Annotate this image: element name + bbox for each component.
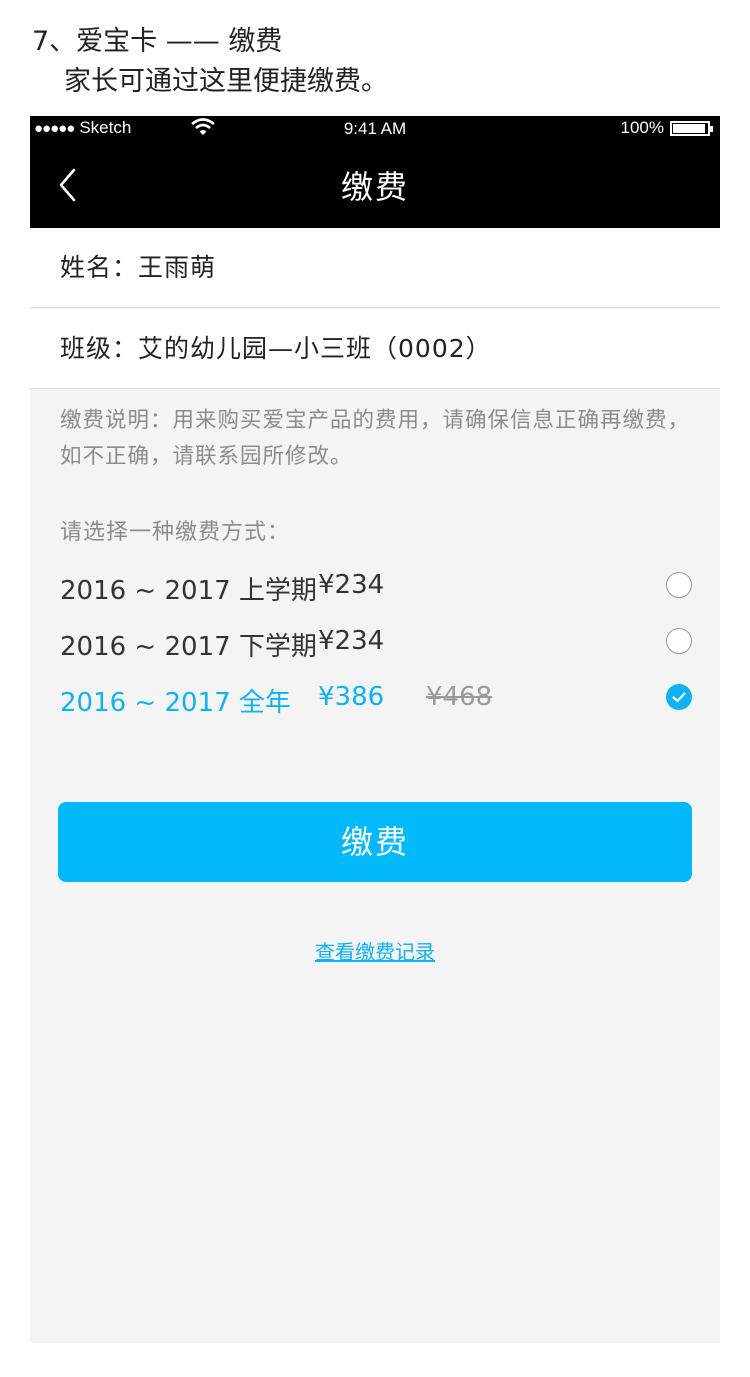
- page-title: 缴费: [340, 168, 409, 206]
- battery-fill: [673, 123, 705, 133]
- radio-unchecked-icon[interactable]: [666, 572, 692, 598]
- battery-info: 100%: [620, 118, 713, 138]
- option-price: ¥386: [318, 682, 385, 712]
- option-period: 2016 ~ 2017 下学期: [60, 632, 317, 662]
- radio-unchecked-icon[interactable]: [666, 628, 692, 654]
- option-original-price: ¥468: [426, 682, 493, 712]
- battery-percent: 100%: [620, 118, 664, 137]
- option-period: 2016 ~ 2017 上学期: [60, 576, 317, 606]
- status-bar: ●●●●● Sketch 9:41 AM 100%: [30, 116, 720, 142]
- payment-description: 缴费说明：用来购买爱宝产品的费用，请确保信息正确再缴费，如不正确，请联系园所修改…: [60, 408, 691, 469]
- nav-bar: 缴费: [30, 142, 720, 228]
- payment-option-full-year[interactable]: 2016 ~ 2017 全年 ¥386 ¥468: [60, 676, 692, 720]
- phone-screen: ●●●●● Sketch 9:41 AM 100% 缴费 姓名：王雨萌 班级：艾…: [30, 116, 720, 1343]
- option-period: 2016 ~ 2017 全年: [60, 688, 291, 718]
- student-class-row: 班级：艾的幼儿园—小三班（0002）: [30, 309, 720, 389]
- option-price: ¥234: [318, 570, 385, 600]
- view-payment-records-link[interactable]: 查看缴费记录: [30, 936, 720, 965]
- payment-method-prompt: 请选择一种缴费方式：: [60, 520, 291, 545]
- pay-button[interactable]: 缴费: [58, 802, 692, 882]
- payment-option-first-term[interactable]: 2016 ~ 2017 上学期 ¥234: [60, 564, 692, 608]
- battery-icon: [670, 120, 713, 136]
- checkmark-icon: [672, 692, 686, 703]
- student-name-row: 姓名：王雨萌: [30, 228, 720, 308]
- payment-option-second-term[interactable]: 2016 ~ 2017 下学期 ¥234: [60, 620, 692, 664]
- option-price: ¥234: [318, 626, 385, 656]
- radio-checked-icon[interactable]: [666, 684, 692, 710]
- battery-tip: [710, 125, 713, 132]
- annotation-subtitle: 家长可通过这里便捷缴费。: [64, 66, 388, 97]
- status-time: 9:41 AM: [343, 119, 407, 138]
- annotation-title: 7、爱宝卡 —— 缴费: [32, 26, 283, 57]
